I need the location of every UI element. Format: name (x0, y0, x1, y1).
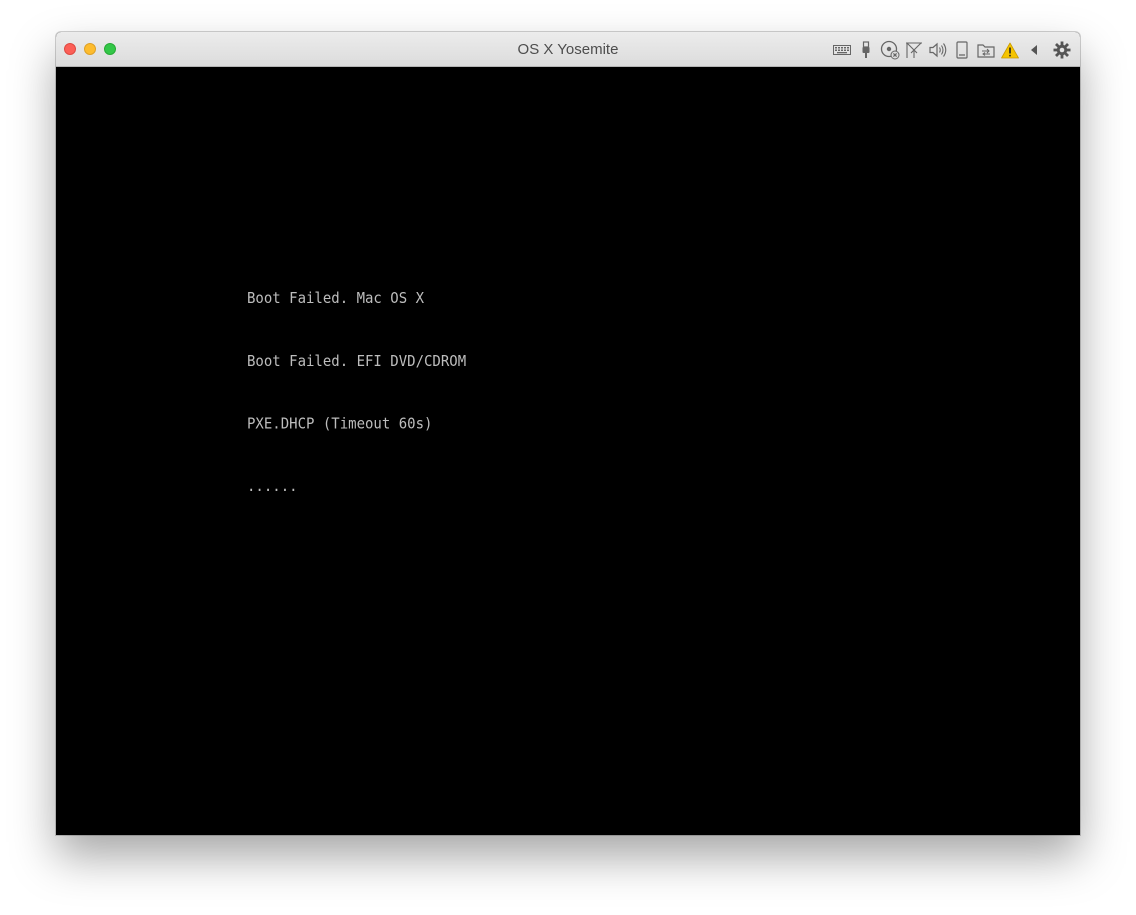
vm-display[interactable]: Boot Failed. Mac OS X Boot Failed. EFI D… (56, 67, 1080, 835)
vm-status-toolbar (828, 40, 1072, 60)
boot-line: Boot Failed. Mac OS X (247, 289, 425, 308)
network-icon[interactable] (904, 40, 924, 60)
shared-folders-icon[interactable] (976, 40, 996, 60)
settings-gear-icon[interactable] (1052, 40, 1072, 60)
boot-console-output: Boot Failed. Mac OS X Boot Failed. EFI D… (247, 247, 466, 540)
hard-disk-icon[interactable] (952, 40, 972, 60)
warning-icon[interactable] (1000, 40, 1020, 60)
boot-line: Boot Failed. EFI DVD/CDROM (247, 352, 467, 371)
sound-icon[interactable] (928, 40, 948, 60)
boot-line: PXE.DHCP (Timeout 60s) (247, 415, 433, 433)
cd-dvd-icon[interactable] (880, 40, 900, 60)
collapse-arrow-icon[interactable] (1024, 40, 1044, 60)
boot-progress-dots: ...... (247, 478, 298, 496)
usb-icon[interactable] (856, 40, 876, 60)
title-bar[interactable]: OS X Yosemite (56, 32, 1080, 67)
vm-window: OS X Yosemite Boot Failed. Mac OS X Boot… (56, 32, 1080, 835)
keyboard-icon[interactable] (832, 40, 852, 60)
